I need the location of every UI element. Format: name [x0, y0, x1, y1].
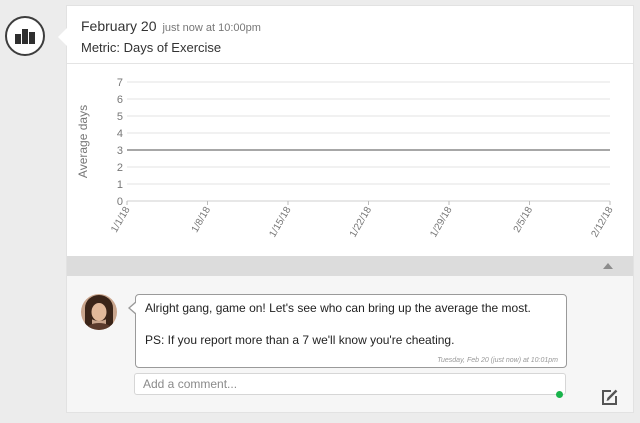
y-tick-label: 7 — [117, 77, 123, 89]
y-tick-label: 3 — [117, 145, 123, 157]
comment-text-line: PS: If you report more than a 7 we'll kn… — [145, 333, 455, 347]
y-tick-label: 2 — [117, 162, 123, 174]
y-tick-label: 1 — [117, 179, 123, 191]
comment-input[interactable] — [134, 373, 566, 395]
x-tick-label: 1/29/18 — [428, 205, 454, 240]
x-tick-label: 1/8/18 — [190, 205, 214, 235]
bar-chart-logo-icon — [15, 29, 35, 44]
x-tick-label: 2/12/18 — [589, 205, 615, 240]
caret-up-icon[interactable] — [603, 263, 613, 269]
update-header: February 20 just now at 10:00pm Metric: D… — [81, 18, 261, 55]
app-logo[interactable] — [5, 16, 45, 56]
edit-note-icon[interactable] — [600, 387, 620, 407]
update-card: February 20 just now at 10:00pm Metric: D… — [58, 5, 634, 413]
x-tick-label: 2/5/18 — [512, 205, 536, 235]
user-avatar-image — [81, 294, 117, 330]
chart-collapse-bar[interactable] — [67, 256, 633, 276]
comment-text-line: Alright gang, game on! Let's see who can… — [145, 301, 531, 315]
x-tick-label: 1/1/18 — [109, 205, 133, 235]
card-pointer — [58, 28, 67, 46]
comment-timestamp: Tuesday, Feb 20 (just now) at 10:01pm — [437, 357, 558, 364]
x-tick-label: 1/15/18 — [267, 205, 293, 240]
y-tick-label: 4 — [117, 128, 123, 140]
y-axis-label: Average days — [76, 105, 90, 178]
average-days-chart: 012345671/1/18 1/8/18 1/15/18 1/22/18 1/29/1… — [76, 77, 616, 240]
comment-bubble: Alright gang, game on! Let's see who can… — [128, 294, 567, 368]
x-tick-label: 1/22/18 — [348, 205, 374, 240]
comments-section: Alright gang, game on! Let's see who can… — [67, 276, 633, 412]
metric-label: Metric: Days of Exercise — [81, 40, 222, 55]
online-status-dot — [556, 391, 563, 398]
y-tick-label: 5 — [117, 111, 123, 123]
update-date: February 20 — [81, 18, 157, 34]
avatar[interactable] — [81, 294, 117, 330]
y-tick-label: 6 — [117, 94, 123, 106]
update-timestamp: just now at 10:00pm — [162, 22, 261, 34]
